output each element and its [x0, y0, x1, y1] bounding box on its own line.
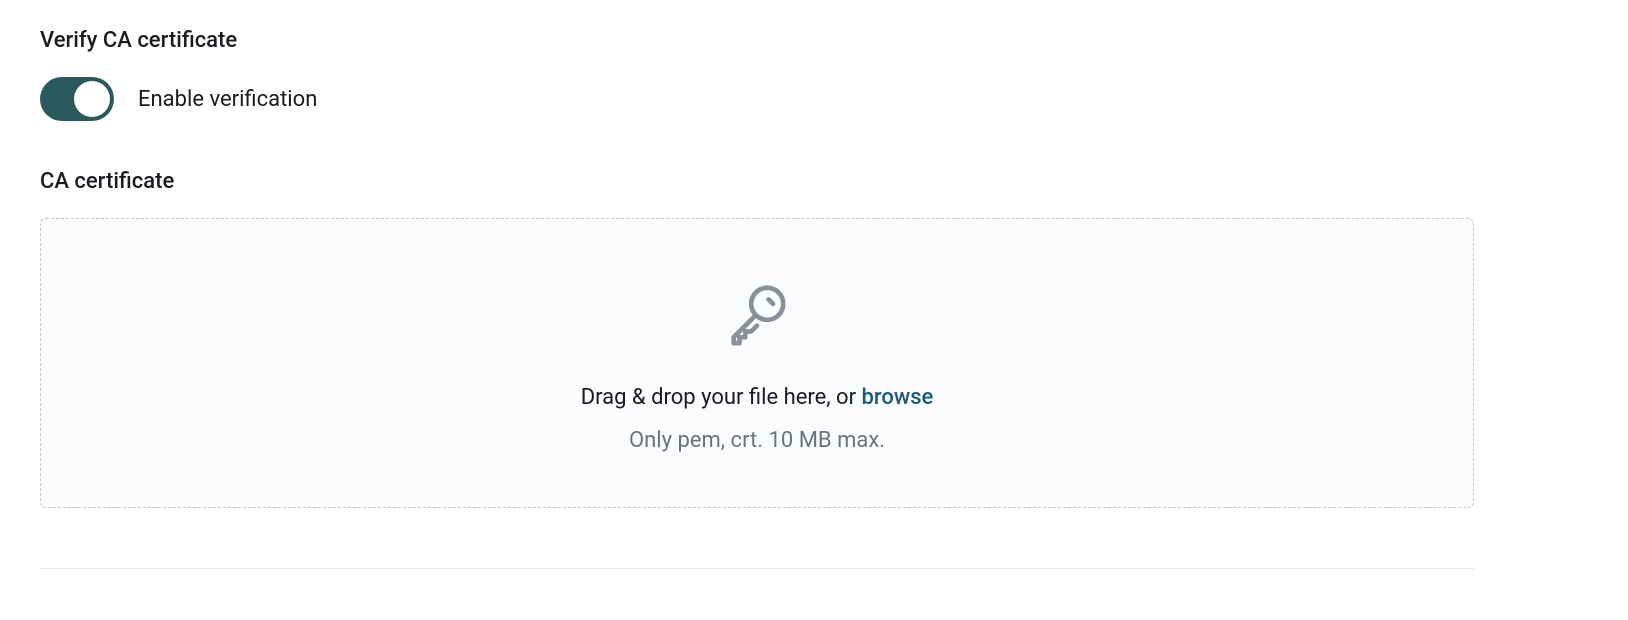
section-divider — [40, 568, 1474, 569]
verify-toggle-row: Enable verification — [40, 77, 1588, 121]
ca-certificate-title: CA certificate — [40, 169, 1588, 194]
dropzone-text: Drag & drop your file here, or — [581, 385, 862, 410]
enable-verification-toggle[interactable] — [40, 77, 114, 121]
dropzone-instruction: Drag & drop your file here, or browse — [581, 385, 934, 410]
enable-verification-label: Enable verification — [138, 87, 317, 112]
key-icon — [722, 279, 792, 349]
verify-ca-title: Verify CA certificate — [40, 28, 1588, 53]
toggle-knob — [74, 81, 110, 117]
ca-certificate-dropzone[interactable]: Drag & drop your file here, or browse On… — [40, 218, 1474, 508]
dropzone-hint: Only pem, crt. 10 MB max. — [629, 428, 885, 453]
browse-link[interactable]: browse — [862, 385, 934, 410]
